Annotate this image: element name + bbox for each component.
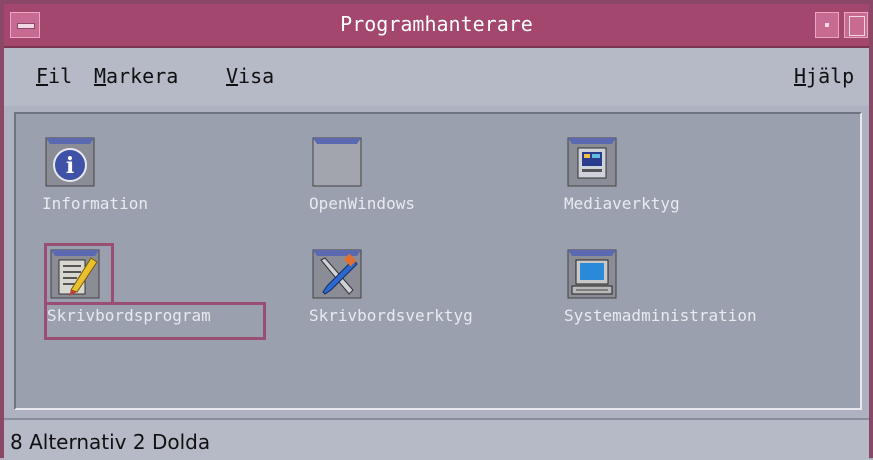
status-text: 8 Alternativ 2 Dolda — [10, 430, 211, 454]
menu-help-mnemonic: j — [806, 64, 819, 88]
program-manager-window: Programhanterare Fil Markera Visa Hjälp … — [0, 0, 873, 460]
menu-view[interactable]: Visa — [226, 64, 274, 88]
icon-systemadministration[interactable]: Systemadministration — [564, 246, 804, 336]
icon-label-openwindows: OpenWindows — [309, 194, 415, 213]
menu-select-mnemonic: M — [94, 64, 107, 88]
system-admin-icon — [567, 249, 617, 299]
icon-skrivbordsprogram[interactable]: Skrivbordsprogram — [47, 246, 287, 336]
menu-bar: Fil Markera Visa Hjälp — [4, 48, 869, 106]
menu-view-label: isa — [238, 64, 275, 88]
icon-skrivbordsverktyg[interactable]: Skrivbordsverktyg — [309, 246, 549, 336]
information-icon: i — [45, 137, 95, 187]
folder-icon — [312, 137, 362, 187]
menu-select-label: arkera — [106, 64, 179, 88]
window-title: Programhanterare — [340, 12, 533, 36]
menu-file-label: il — [48, 64, 73, 88]
minimize-button[interactable] — [815, 12, 839, 38]
maximize-button[interactable] — [844, 12, 868, 38]
status-bar: 8 Alternativ 2 Dolda — [4, 418, 869, 460]
icon-label-systemadministration: Systemadministration — [564, 306, 757, 325]
menu-view-mnemonic: V — [226, 64, 239, 88]
menu-file[interactable]: Fil — [36, 64, 72, 88]
icon-mediaverktyg[interactable]: Mediaverktyg — [564, 134, 804, 224]
menu-help-prefix: H — [794, 64, 807, 88]
menu-help-label: älp — [818, 64, 855, 88]
menu-file-mnemonic: F — [36, 64, 49, 88]
icon-label-information: Information — [42, 194, 148, 213]
desktop-apps-icon — [50, 249, 100, 299]
icon-label-skrivbordsprogram: Skrivbordsprogram — [47, 306, 211, 325]
icon-panel: i Information OpenWindows Mediaverktyg S… — [14, 112, 862, 410]
desktop-tools-icon — [312, 249, 362, 299]
icon-label-mediaverktyg: Mediaverktyg — [564, 194, 680, 213]
svg-text:i: i — [66, 153, 74, 179]
media-tools-icon — [567, 137, 617, 187]
maximize-icon — [849, 16, 865, 36]
minimize-icon — [825, 23, 829, 27]
menu-help[interactable]: Hjälp — [794, 64, 854, 88]
icon-information[interactable]: i Information — [42, 134, 282, 224]
menu-select[interactable]: Markera — [94, 64, 178, 88]
icon-label-skrivbordsverktyg: Skrivbordsverktyg — [309, 306, 473, 325]
icon-openwindows[interactable]: OpenWindows — [309, 134, 549, 224]
title-bar[interactable]: Programhanterare — [4, 4, 869, 48]
